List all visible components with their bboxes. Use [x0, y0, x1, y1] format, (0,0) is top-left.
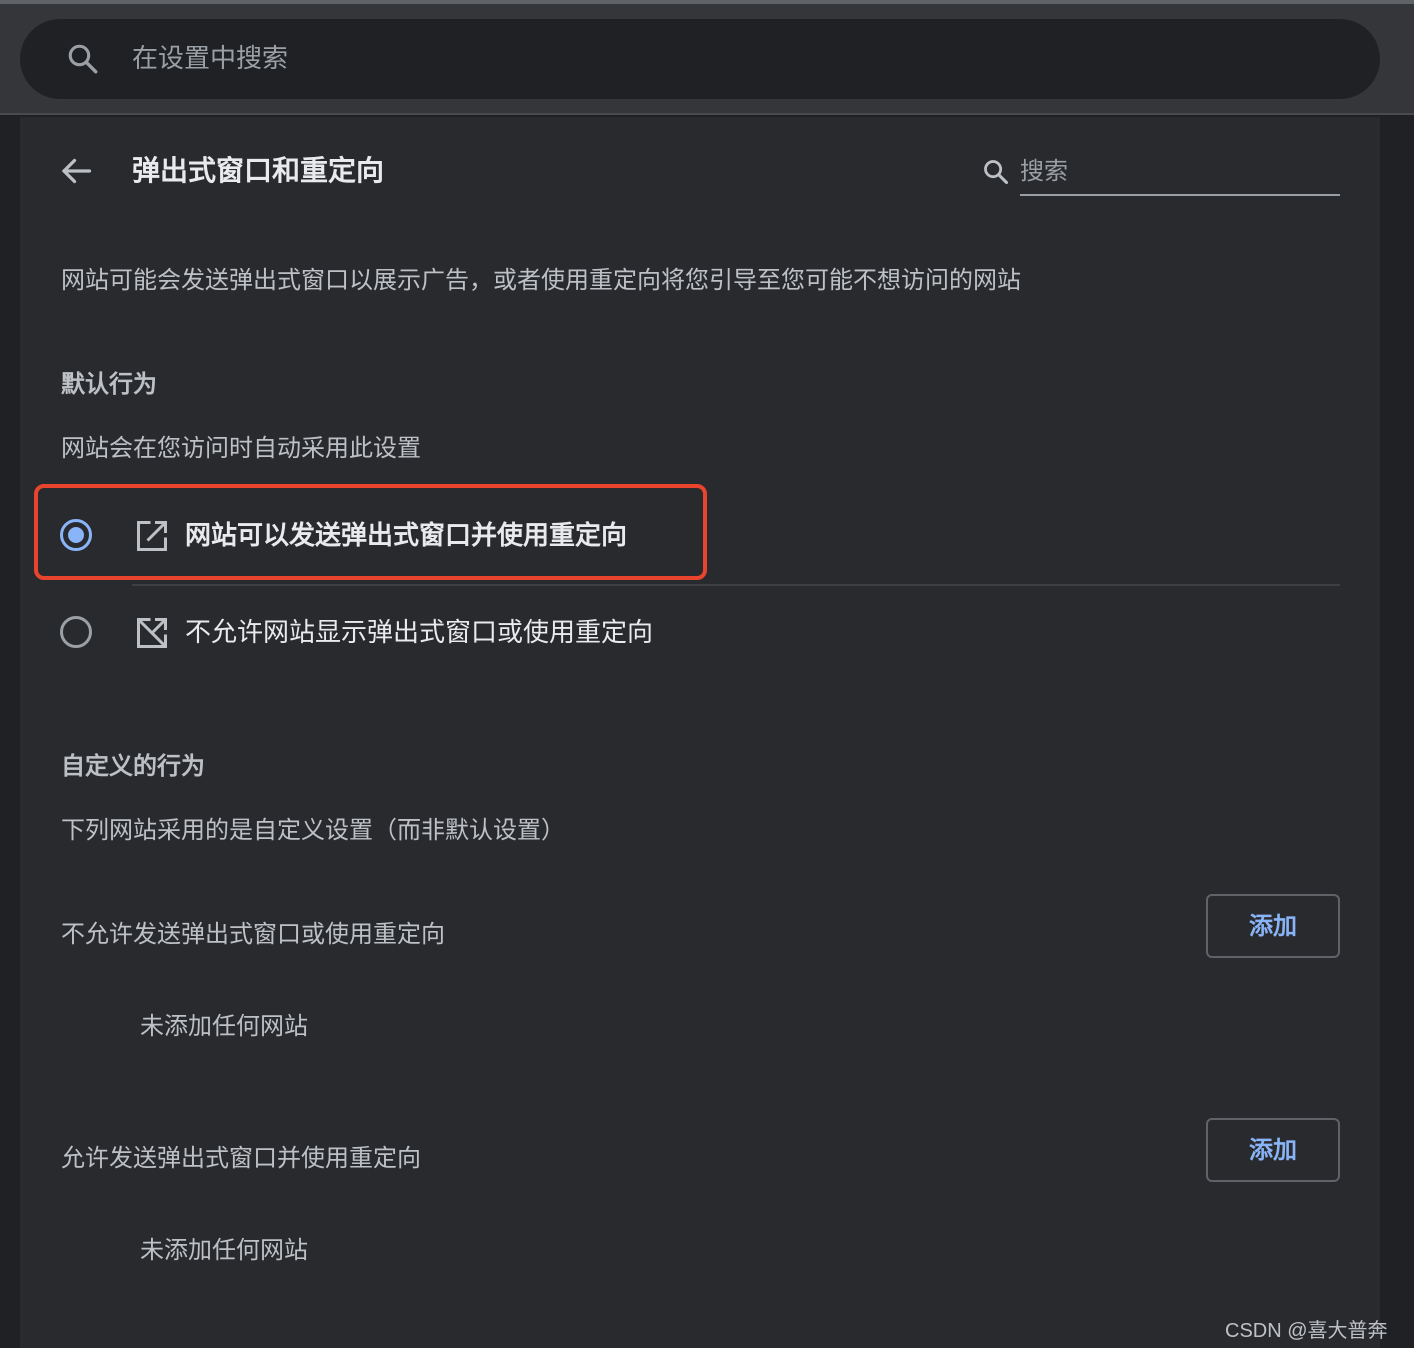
open-in-new-icon — [137, 521, 167, 551]
radio-label-block: 不允许网站显示弹出式窗口或使用重定向 — [185, 618, 654, 648]
add-block-site-button[interactable]: 添加 — [1206, 894, 1340, 958]
arrow-left-icon[interactable] — [58, 153, 94, 189]
radio-button-allow[interactable] — [60, 519, 92, 551]
default-behavior-subtitle: 网站会在您访问时自动采用此设置 — [61, 434, 421, 462]
settings-toolbar: 在设置中搜索 — [0, 4, 1414, 115]
block-list-title: 不允许发送弹出式窗口或使用重定向 — [61, 920, 445, 948]
search-icon — [984, 160, 1009, 185]
radio-option-allow[interactable]: 网站可以发送弹出式窗口并使用重定向 — [50, 494, 1340, 580]
option-divider — [132, 584, 1340, 586]
radio-option-block[interactable]: 不允许网站显示弹出式窗口或使用重定向 — [50, 591, 1340, 677]
page-search-placeholder: 搜索 — [1020, 157, 1068, 185]
allow-list-empty: 未添加任何网站 — [140, 1236, 308, 1264]
search-underline — [1020, 194, 1340, 196]
custom-behavior-subtitle: 下列网站采用的是自定义设置（而非默认设置） — [61, 816, 565, 844]
add-allow-site-button[interactable]: 添加 — [1206, 1118, 1340, 1182]
page-header: 弹出式窗口和重定向 搜索 — [20, 117, 1380, 227]
csdn-watermark: CSDN @喜大普奔 — [1225, 1320, 1388, 1342]
radio-button-block[interactable] — [60, 616, 92, 648]
block-list-empty: 未添加任何网站 — [140, 1012, 308, 1040]
allow-list-title: 允许发送弹出式窗口并使用重定向 — [61, 1144, 421, 1172]
default-behavior-heading: 默认行为 — [61, 370, 157, 398]
radio-label-allow: 网站可以发送弹出式窗口并使用重定向 — [185, 521, 628, 551]
settings-search-placeholder: 在设置中搜索 — [132, 44, 289, 74]
settings-search-bar[interactable]: 在设置中搜索 — [20, 19, 1380, 99]
page-description: 网站可能会发送弹出式窗口以展示广告，或者使用重定向将您引导至您可能不想访问的网站 — [61, 266, 1021, 294]
page-search-field[interactable]: 搜索 — [980, 151, 1340, 197]
page-title: 弹出式窗口和重定向 — [132, 154, 385, 187]
open-in-new-off-icon — [137, 618, 167, 648]
settings-card: 弹出式窗口和重定向 搜索 网站可能会发送弹出式窗口以展示广告，或者使用重定向将您… — [20, 117, 1380, 1348]
custom-behavior-heading: 自定义的行为 — [61, 752, 205, 780]
search-icon — [68, 44, 98, 74]
